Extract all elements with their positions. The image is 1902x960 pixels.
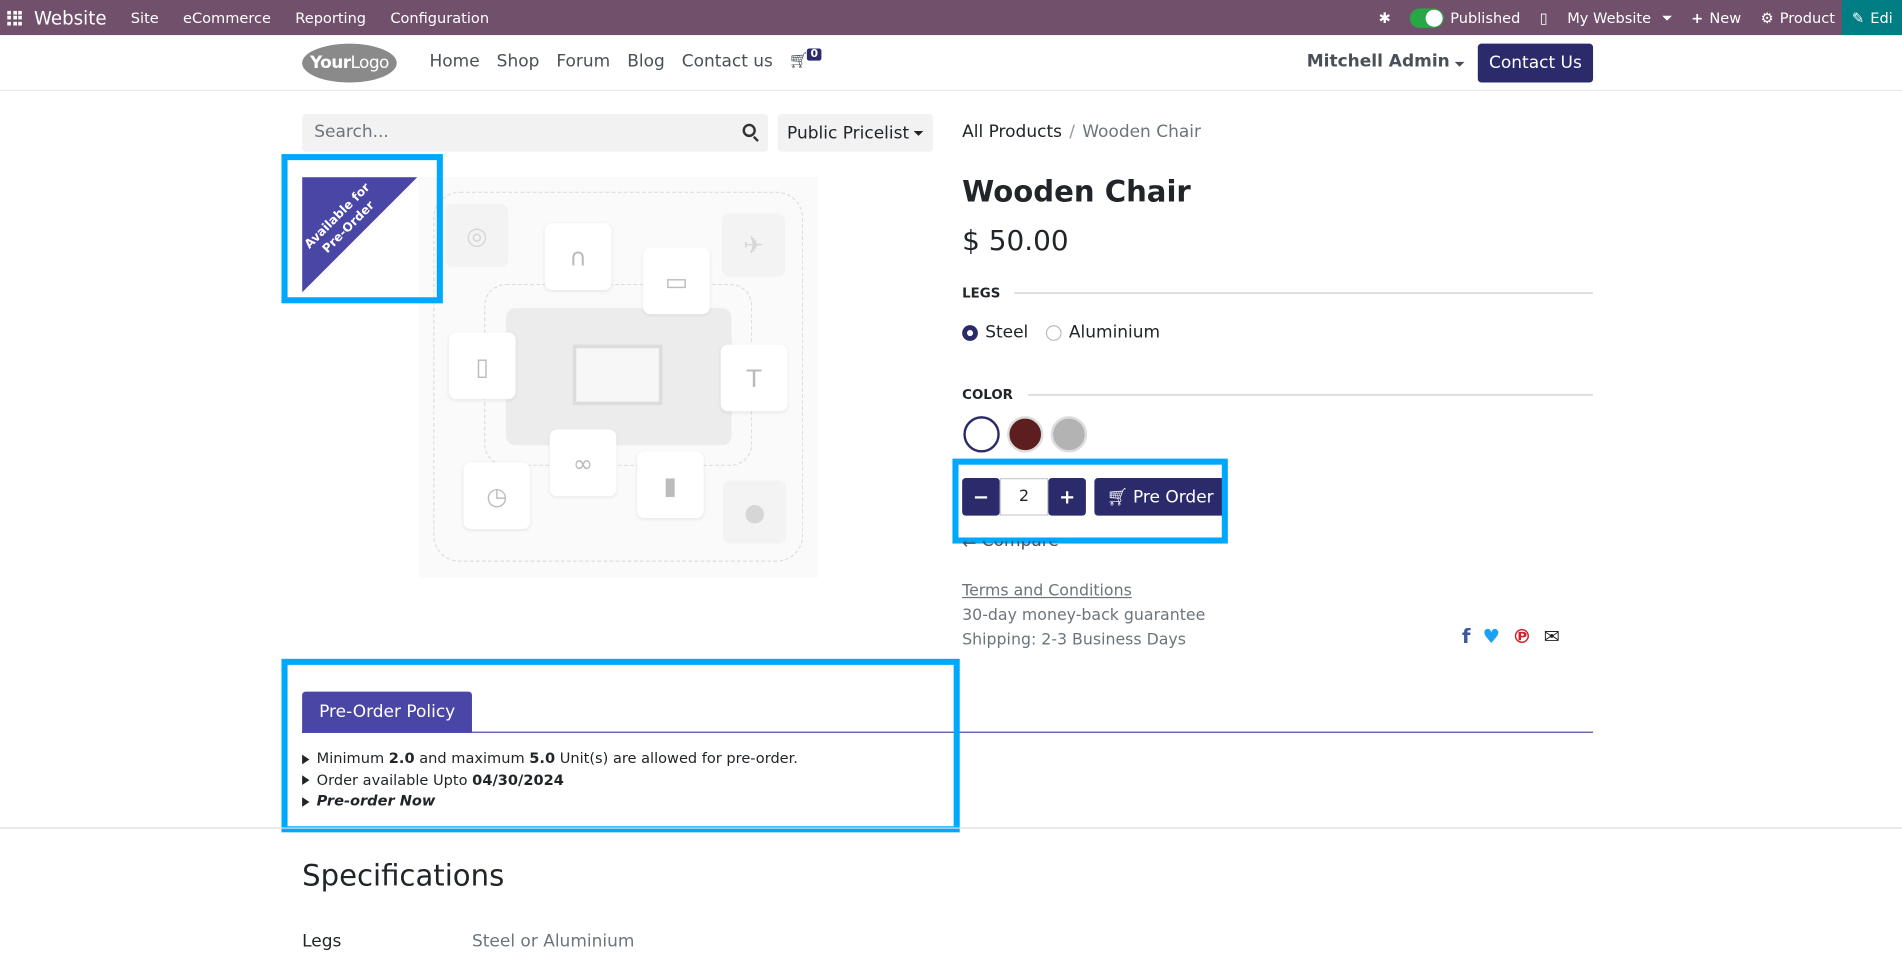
tshirt-icon: T [720, 344, 788, 412]
site-header: Your Logo Home Shop Forum Blog Contact us… [0, 35, 1902, 91]
spec-key: Legs [302, 931, 342, 952]
breadcrumb-current: Wooden Chair [1082, 122, 1201, 142]
admin-menu-reporting[interactable]: Reporting [295, 9, 366, 26]
bug-icon[interactable]: ✱ [1379, 9, 1391, 26]
product-button[interactable]: ⚙ Product [1761, 9, 1835, 26]
headphones-icon: ∩ [544, 223, 612, 290]
edit-button[interactable]: ✎ Edi [1842, 0, 1902, 36]
admin-bar: Website Site eCommerce Reporting Configu… [0, 0, 1902, 36]
search-icon[interactable] [742, 123, 756, 138]
pricelist-dropdown[interactable]: Public Pricelist [777, 114, 934, 152]
nav-shop[interactable]: Shop [497, 52, 540, 71]
nav-blog[interactable]: Blog [627, 52, 665, 71]
nav-forum[interactable]: Forum [556, 52, 610, 71]
product-terms: Terms and Conditions 30-day money-back g… [962, 580, 1205, 653]
my-website-dropdown[interactable]: My Website [1567, 9, 1672, 27]
breadcrumb-separator: / [1069, 122, 1075, 142]
edit-label: Edi [1870, 9, 1893, 27]
user-name: Mitchell Admin [1306, 52, 1450, 72]
apps-grid-icon[interactable] [7, 10, 22, 25]
admin-brand[interactable]: Website [34, 7, 107, 29]
product-price: $ 50.00 [962, 225, 1069, 258]
cart-link[interactable]: 🛒︎ 0 [788, 48, 822, 71]
caret-down-icon [1661, 15, 1672, 21]
radio-checked-icon [962, 324, 978, 341]
legs-option-label: Steel [985, 322, 1029, 343]
terms-link[interactable]: Terms and Conditions [962, 582, 1132, 600]
ball-icon: ● [723, 480, 787, 544]
admin-menu-configuration[interactable]: Configuration [390, 9, 489, 26]
airplane-icon: ✈ [721, 213, 786, 277]
bottle-icon: ▮ [636, 451, 704, 519]
specifications-title: Specifications [302, 859, 505, 893]
new-label: New [1709, 9, 1742, 27]
my-website-label: My Website [1567, 9, 1652, 27]
site-logo[interactable]: Your Logo [302, 43, 397, 83]
phone-icon: ▯ [448, 332, 516, 400]
product-image[interactable]: ◎ ∩ ▭ ✈ ▯ T ∞ ◷ ▮ ● [418, 177, 818, 578]
nav-contact[interactable]: Contact us [682, 52, 773, 71]
logo-bold: Your [310, 53, 351, 73]
mobile-preview-icon[interactable]: ▯ [1540, 9, 1548, 26]
highlight-preorder [952, 458, 1228, 544]
caret-down-icon [1454, 61, 1465, 67]
published-label: Published [1450, 9, 1521, 27]
main-nav: Home Shop Forum Blog Contact us [430, 52, 773, 71]
guarantee-text: 30-day money-back guarantee [962, 606, 1206, 625]
legs-option-label: Aluminium [1068, 322, 1161, 343]
legs-attribute-heading: LEGS [962, 285, 1593, 301]
shipping-text: Shipping: 2-3 Business Days [962, 630, 1187, 650]
color-attribute-heading: COLOR [962, 387, 1593, 403]
toggle-switch-icon [1410, 7, 1445, 28]
cart-icon: 🛒︎ [788, 52, 809, 71]
color-swatch-brown[interactable] [1007, 416, 1044, 453]
email-icon[interactable]: ✉ [1544, 625, 1560, 648]
contact-us-button[interactable]: Contact Us [1477, 43, 1594, 83]
nav-home[interactable]: Home [430, 52, 480, 71]
published-toggle[interactable]: Published [1410, 7, 1521, 28]
camera-icon: ◎ [445, 203, 509, 267]
search-placeholder: Search... [314, 122, 389, 142]
legs-option-steel[interactable]: Steel [962, 323, 1028, 342]
search-input[interactable]: Search... [302, 114, 769, 152]
image-placeholder-icon [572, 344, 663, 406]
user-menu[interactable]: Mitchell Admin [1306, 52, 1465, 72]
admin-menu-ecommerce[interactable]: eCommerce [183, 9, 271, 26]
radio-unchecked-icon [1045, 324, 1062, 341]
logo-light: Logo [350, 53, 389, 73]
product-label: Product [1779, 9, 1835, 27]
section-divider [0, 827, 1902, 829]
admin-menu-site[interactable]: Site [131, 9, 159, 26]
highlight-policy [281, 658, 960, 833]
spec-row: Legs Steel or Aluminium [302, 932, 634, 951]
facebook-icon[interactable]: f [1462, 625, 1470, 648]
share-links: f ♥ ℗ ✉ [1462, 625, 1560, 648]
color-label: COLOR [962, 387, 1013, 403]
spec-value: Steel or Aluminium [471, 931, 635, 952]
pricelist-label: Public Pricelist [787, 123, 910, 143]
caret-down-icon [913, 130, 924, 136]
legs-label: LEGS [962, 285, 1001, 301]
pinterest-icon[interactable]: ℗ [1512, 625, 1531, 648]
twitter-icon[interactable]: ♥ [1483, 625, 1500, 648]
cart-count-badge: 0 [806, 48, 822, 61]
gear-icon: ⚙ [1760, 9, 1774, 27]
glasses-icon: ∞ [549, 429, 617, 497]
legs-option-aluminium[interactable]: Aluminium [1045, 322, 1161, 343]
product-title: Wooden Chair [962, 174, 1191, 209]
breadcrumb: All Products / Wooden Chair [962, 123, 1201, 142]
color-swatch-grey[interactable] [1050, 416, 1088, 453]
bed-icon: ▭ [643, 247, 710, 315]
watch-icon: ◷ [463, 462, 531, 529]
breadcrumb-all-products[interactable]: All Products [962, 123, 1062, 142]
pencil-icon: ✎ [1851, 9, 1865, 27]
highlight-ribbon [281, 154, 443, 304]
new-button[interactable]: + New [1691, 9, 1741, 26]
plus-icon: + [1691, 9, 1704, 27]
color-swatch-white[interactable] [963, 416, 1000, 453]
